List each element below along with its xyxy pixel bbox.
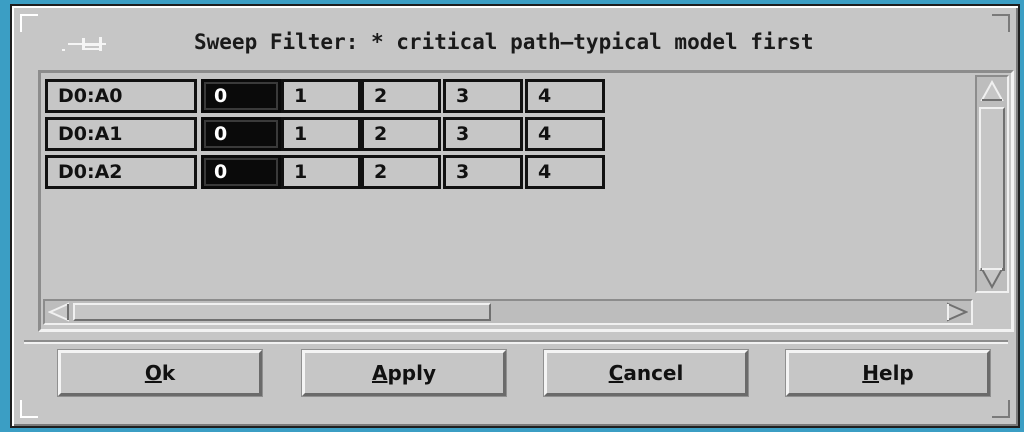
sweep-value-cell[interactable]: 1 [281, 117, 361, 151]
row-label[interactable]: D0:A0 [45, 79, 197, 113]
help-button[interactable]: Help [786, 350, 990, 396]
sweep-value-cell[interactable]: 4 [525, 117, 605, 151]
ok-button[interactable]: Ok [58, 350, 262, 396]
button-separator [24, 340, 1008, 344]
sweep-filter-dialog: Sweep Filter: * critical path–typical mo… [10, 4, 1020, 428]
arrow-left-icon[interactable] [48, 302, 70, 322]
row-label[interactable]: D0:A1 [45, 117, 197, 151]
row-label[interactable]: D0:A2 [45, 155, 197, 189]
help-mnemonic: H [862, 361, 879, 385]
resize-corner-top-left[interactable] [20, 14, 38, 32]
sweep-value-cell[interactable]: 2 [361, 117, 441, 151]
sweep-value-cell[interactable]: 0 [201, 155, 281, 189]
sweep-value-cell[interactable]: 3 [443, 79, 523, 113]
ok-mnemonic: O [144, 361, 162, 385]
vertical-scrollbar[interactable] [975, 75, 1009, 293]
vertical-scroll-thumb[interactable] [979, 107, 1005, 271]
cancel-button[interactable]: Cancel [544, 350, 748, 396]
sweep-list-frame: D0:A0 0 1 2 3 4 D0:A1 0 1 2 3 4 D0:A2 0 1 2 3 4 [38, 70, 1014, 332]
sweep-value-cell[interactable]: 2 [361, 155, 441, 189]
sweep-value-cell[interactable]: 2 [361, 79, 441, 113]
pushpin-icon[interactable] [56, 34, 116, 54]
sweep-value-cell[interactable]: 1 [281, 155, 361, 189]
sweep-value-cell[interactable]: 1 [281, 79, 361, 113]
cancel-label: ancel [623, 361, 684, 385]
title-bar[interactable]: Sweep Filter: * critical path–typical mo… [42, 26, 1002, 62]
sweep-value-cell[interactable]: 3 [443, 117, 523, 151]
sweep-value-cell[interactable]: 0 [201, 117, 281, 151]
cancel-mnemonic: C [608, 361, 624, 385]
apply-label: pply [387, 361, 436, 385]
horizontal-scroll-thumb[interactable] [73, 303, 491, 321]
apply-mnemonic: A [371, 361, 388, 385]
sweep-value-cell[interactable]: 4 [525, 155, 605, 189]
horizontal-scrollbar[interactable] [43, 299, 973, 325]
resize-corner-bottom-left[interactable] [20, 400, 38, 418]
arrow-down-icon[interactable] [980, 265, 1004, 289]
resize-corner-bottom-right[interactable] [992, 400, 1010, 418]
sweep-value-cell[interactable]: 0 [201, 79, 281, 113]
sweep-value-cell[interactable]: 4 [525, 79, 605, 113]
arrow-right-icon[interactable] [946, 302, 968, 322]
ok-label: k [161, 361, 176, 385]
sweep-value-cell[interactable]: 3 [443, 155, 523, 189]
window-title: Sweep Filter: * critical path–typical mo… [194, 30, 814, 54]
help-label: elp [879, 361, 914, 385]
apply-button[interactable]: Apply [302, 350, 506, 396]
arrow-up-icon[interactable] [980, 80, 1004, 104]
sweep-list: D0:A0 0 1 2 3 4 D0:A1 0 1 2 3 4 D0:A2 0 1 2 3 4 [45, 79, 975, 293]
